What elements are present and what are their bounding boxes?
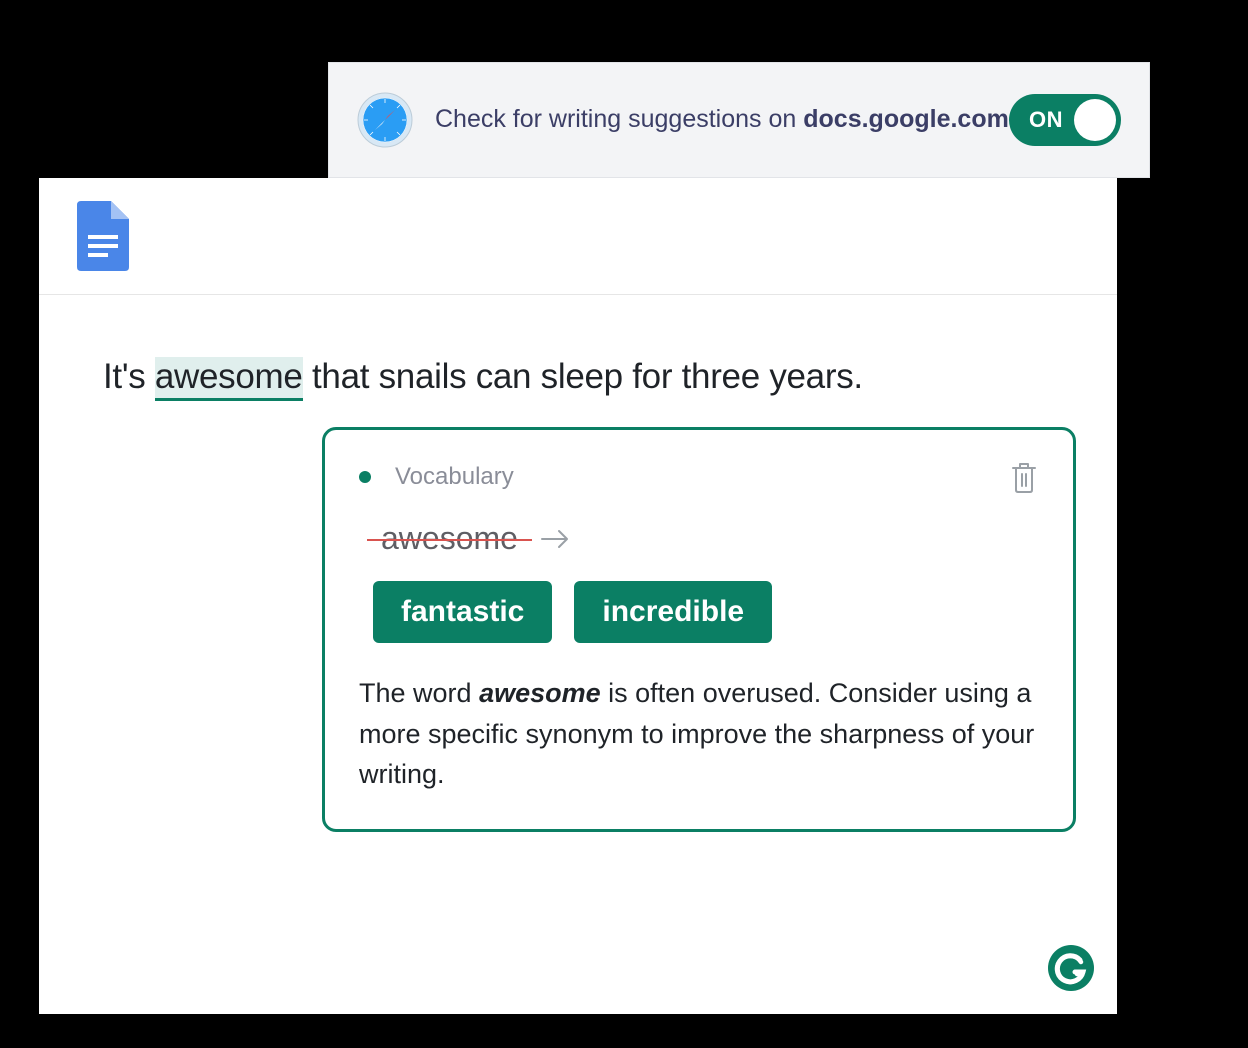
text-before: It's xyxy=(103,357,155,396)
suggestions-toggle[interactable]: ON xyxy=(1009,94,1121,146)
banner-text: Check for writing suggestions on docs.go… xyxy=(435,103,1009,137)
card-category: Vocabulary xyxy=(395,463,1009,491)
explanation-before: The word xyxy=(359,678,479,708)
document-text[interactable]: It's awesome that snails can sleep for t… xyxy=(103,357,1053,397)
suggestion-button-2[interactable]: incredible xyxy=(574,581,772,643)
grammarly-badge-icon[interactable] xyxy=(1047,944,1095,992)
document-toolbar xyxy=(39,178,1117,295)
text-after: that snails can sleep for three years. xyxy=(303,357,863,396)
category-dot-icon xyxy=(359,471,371,483)
explanation-bold: awesome xyxy=(479,678,601,708)
replace-row: awesome xyxy=(373,520,1039,557)
toggle-knob xyxy=(1074,99,1116,141)
document-window: It's awesome that snails can sleep for t… xyxy=(39,178,1117,1014)
card-header: Vocabulary xyxy=(359,460,1039,494)
arrow-right-icon xyxy=(540,528,572,550)
banner-domain: docs.google.com xyxy=(803,105,1009,133)
banner-text-prefix: Check for writing suggestions on xyxy=(435,105,803,133)
suggestion-button-1[interactable]: fantastic xyxy=(373,581,552,643)
card-explanation: The word awesome is often overused. Cons… xyxy=(359,673,1039,795)
suggestion-card: Vocabulary awesome xyxy=(322,427,1076,832)
safari-icon xyxy=(357,92,413,148)
extension-banner: Check for writing suggestions on docs.go… xyxy=(328,62,1150,178)
suggestions-row: fantastic incredible xyxy=(373,581,1039,643)
toggle-label: ON xyxy=(1029,107,1063,133)
dismiss-icon[interactable] xyxy=(1009,460,1039,494)
google-docs-icon xyxy=(77,201,129,271)
document-body: It's awesome that snails can sleep for t… xyxy=(39,295,1117,1014)
highlighted-word[interactable]: awesome xyxy=(155,357,303,401)
strike-word: awesome xyxy=(373,520,526,557)
